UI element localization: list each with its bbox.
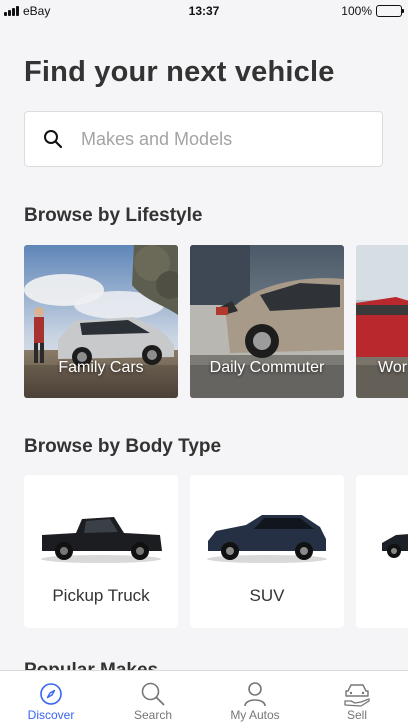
tab-label: Discover xyxy=(27,708,75,722)
tab-search[interactable]: Search xyxy=(102,671,204,727)
body-type-card-pickup[interactable]: Pickup Truck xyxy=(24,475,178,628)
search-icon xyxy=(25,111,81,167)
tab-my-autos[interactable]: My Autos xyxy=(204,671,306,727)
search-bar[interactable] xyxy=(24,111,383,167)
search-icon xyxy=(140,680,166,708)
sell-car-icon xyxy=(343,680,371,708)
app-screen: eBay 13:37 100% Find your next vehicle B… xyxy=(0,0,408,727)
body-type-carousel[interactable]: Pickup Truck SUV xyxy=(24,475,408,628)
lifestyle-card-partial[interactable]: Wor xyxy=(356,245,408,398)
battery-icon xyxy=(376,5,404,17)
lifestyle-heading: Browse by Lifestyle xyxy=(24,205,203,226)
body-type-card-partial[interactable] xyxy=(356,475,408,628)
tab-sell[interactable]: Sell xyxy=(306,671,408,727)
tab-discover[interactable]: Discover xyxy=(0,671,102,727)
tab-label: Search xyxy=(133,708,173,722)
battery-percent: 100% xyxy=(341,4,372,18)
compass-icon xyxy=(39,680,63,708)
suv-image xyxy=(207,515,327,563)
body-type-label: Pickup Truck xyxy=(52,586,150,605)
lifestyle-card-daily-commuter[interactable]: Daily Commuter xyxy=(190,245,344,398)
lifestyle-card-family-cars[interactable]: Family Cars xyxy=(24,245,178,398)
page-title: Find your next vehicle xyxy=(24,56,335,88)
pickup-truck-image xyxy=(41,517,162,563)
sedan-image xyxy=(382,534,408,558)
body-type-card-suv[interactable]: SUV xyxy=(190,475,344,628)
search-input[interactable] xyxy=(81,128,361,150)
tab-label: My Autos xyxy=(230,708,280,722)
lifestyle-label: Daily Commuter xyxy=(209,359,325,376)
status-bar: eBay 13:37 100% xyxy=(0,0,408,22)
body-type-label: SUV xyxy=(249,586,285,605)
tab-bar: Discover Search My Autos Sell xyxy=(0,670,408,727)
body-type-heading: Browse by Body Type xyxy=(24,436,222,457)
lifestyle-label: Wor xyxy=(378,359,408,376)
status-right: 100% xyxy=(341,4,404,18)
user-icon xyxy=(243,680,267,708)
lifestyle-carousel[interactable]: Family Cars Daily Commuter Wor xyxy=(24,245,408,398)
tab-label: Sell xyxy=(346,708,367,722)
lifestyle-label: Family Cars xyxy=(58,359,144,376)
